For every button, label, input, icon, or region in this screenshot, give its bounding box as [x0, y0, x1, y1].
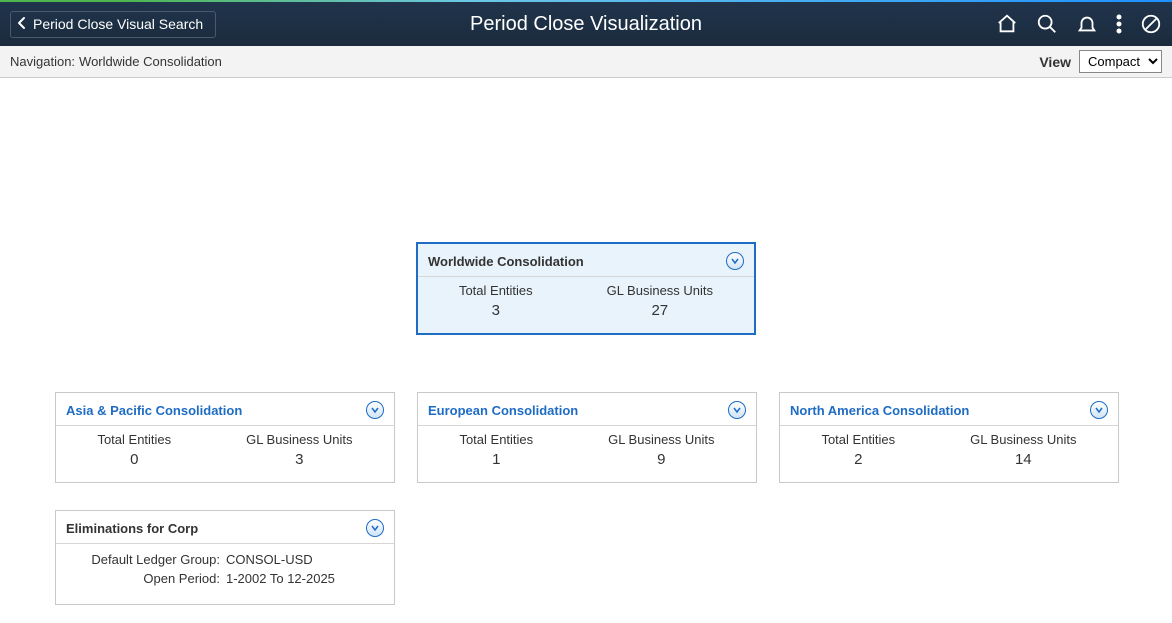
- nav-prefix: Navigation:: [10, 54, 75, 69]
- metric-label: GL Business Units: [246, 432, 352, 447]
- metric-gl-business-units: GL Business Units 27: [607, 283, 713, 319]
- metric-label: GL Business Units: [608, 432, 714, 447]
- header-actions: [996, 13, 1162, 35]
- node-eliminations-for-corp[interactable]: Eliminations for Corp Default Ledger Gro…: [55, 510, 395, 605]
- metric-gl-business-units: GL Business Units 3: [246, 432, 352, 468]
- row-open-period: Open Period: 1-2002 To 12-2025: [66, 571, 384, 586]
- node-title: Worldwide Consolidation: [428, 254, 584, 269]
- bell-icon[interactable]: [1076, 13, 1098, 35]
- metric-value: 2: [821, 451, 895, 468]
- chevron-down-circle-icon: [728, 401, 746, 419]
- metric-label: Total Entities: [97, 432, 171, 447]
- chevron-down-circle-icon: [1090, 401, 1108, 419]
- node-action-button[interactable]: [1090, 401, 1108, 419]
- node-action-button[interactable]: [728, 401, 746, 419]
- node-title: Eliminations for Corp: [66, 521, 198, 536]
- value-default-ledger-group: CONSOL-USD: [226, 552, 313, 567]
- back-button[interactable]: Period Close Visual Search: [10, 11, 216, 38]
- page-title: Period Close Visualization: [470, 13, 702, 36]
- metric-value: 14: [970, 451, 1076, 468]
- compass-icon[interactable]: [1140, 13, 1162, 35]
- chevron-left-icon: [17, 16, 27, 33]
- node-asia-pacific-consolidation[interactable]: Asia & Pacific Consolidation Total Entit…: [55, 392, 395, 483]
- metric-value: 9: [608, 451, 714, 468]
- row-default-ledger-group: Default Ledger Group: CONSOL-USD: [66, 552, 384, 567]
- search-icon[interactable]: [1036, 13, 1058, 35]
- node-north-america-consolidation[interactable]: North America Consolidation Total Entiti…: [779, 392, 1119, 483]
- metric-value: 1: [459, 451, 533, 468]
- metric-value: 27: [607, 302, 713, 319]
- chevron-down-circle-icon: [366, 401, 384, 419]
- metric-total-entities: Total Entities 2: [821, 432, 895, 468]
- node-action-button[interactable]: [366, 519, 384, 537]
- metric-label: GL Business Units: [607, 283, 713, 298]
- node-action-button[interactable]: [366, 401, 384, 419]
- label-open-period: Open Period:: [66, 571, 226, 586]
- breadcrumb: Navigation: Worldwide Consolidation: [10, 54, 222, 69]
- navigation-subbar: Navigation: Worldwide Consolidation View…: [0, 46, 1172, 78]
- metric-label: GL Business Units: [970, 432, 1076, 447]
- app-header: Period Close Visual Search Period Close …: [0, 2, 1172, 46]
- chevron-down-circle-icon: [366, 519, 384, 537]
- metric-total-entities: Total Entities 0: [97, 432, 171, 468]
- metric-total-entities: Total Entities 1: [459, 432, 533, 468]
- value-open-period: 1-2002 To 12-2025: [226, 571, 335, 586]
- back-button-label: Period Close Visual Search: [33, 16, 203, 32]
- metric-value: 3: [246, 451, 352, 468]
- metric-label: Total Entities: [459, 283, 533, 298]
- metric-label: Total Entities: [459, 432, 533, 447]
- metric-label: Total Entities: [821, 432, 895, 447]
- metric-value: 0: [97, 451, 171, 468]
- tree-canvas: Worldwide Consolidation Total Entities 3…: [0, 78, 1172, 623]
- node-worldwide-consolidation[interactable]: Worldwide Consolidation Total Entities 3…: [416, 242, 756, 335]
- metric-gl-business-units: GL Business Units 14: [970, 432, 1076, 468]
- node-action-button[interactable]: [726, 252, 744, 270]
- metric-gl-business-units: GL Business Units 9: [608, 432, 714, 468]
- node-title[interactable]: North America Consolidation: [790, 403, 969, 418]
- metric-total-entities: Total Entities 3: [459, 283, 533, 319]
- node-title[interactable]: European Consolidation: [428, 403, 578, 418]
- node-title[interactable]: Asia & Pacific Consolidation: [66, 403, 242, 418]
- view-label: View: [1039, 54, 1071, 70]
- home-icon[interactable]: [996, 13, 1018, 35]
- kebab-menu-icon[interactable]: [1116, 13, 1122, 35]
- chevron-down-circle-icon: [726, 252, 744, 270]
- label-default-ledger-group: Default Ledger Group:: [66, 552, 226, 567]
- view-select[interactable]: Compact: [1079, 50, 1162, 73]
- node-european-consolidation[interactable]: European Consolidation Total Entities 1 …: [417, 392, 757, 483]
- nav-current: Worldwide Consolidation: [79, 54, 222, 69]
- metric-value: 3: [459, 302, 533, 319]
